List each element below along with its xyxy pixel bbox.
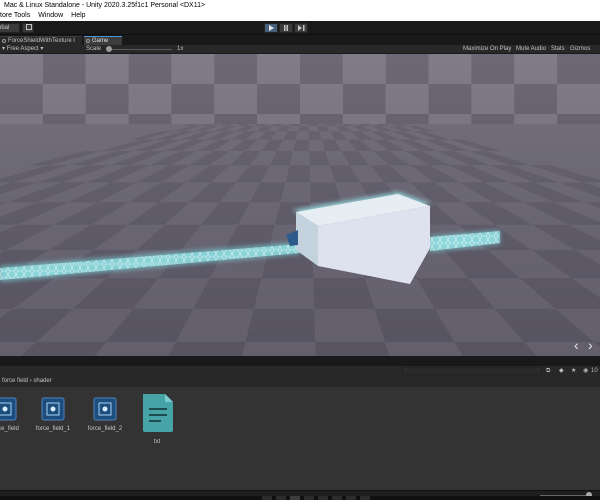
menu-item-tools[interactable]: tore Tools: [0, 11, 30, 21]
maximize-on-play-toggle[interactable]: Maximize On Play: [463, 45, 511, 54]
global-toggle-label: obal: [0, 25, 10, 31]
menu-item-window[interactable]: Window: [38, 11, 63, 21]
play-icon: [269, 25, 274, 31]
taskbar-app-3[interactable]: [290, 496, 300, 500]
tab-scene-label: ForceShieldWithTexture l: [8, 38, 75, 44]
window-title-bar: Mac & Linux Standalone - Unity 2020.3.25…: [0, 0, 600, 11]
global-toggle-button[interactable]: obal: [0, 23, 20, 33]
asset-force-field[interactable]: force_field: [0, 395, 27, 432]
breadcrumb: force field › shader: [0, 376, 600, 387]
grid-snap-button[interactable]: [22, 23, 34, 33]
ambient-fog: [0, 54, 600, 356]
taskbar-app-2[interactable]: [276, 496, 286, 500]
asset-counter: 10: [591, 368, 598, 374]
step-icon: [297, 25, 304, 31]
game-tab-icon: [86, 39, 90, 43]
filter-label-icon[interactable]: ◆: [559, 367, 564, 375]
pause-icon: [284, 25, 288, 31]
main-toolbar: obal: [0, 21, 600, 35]
scale-slider-handle[interactable]: [106, 46, 112, 52]
play-controls: [264, 23, 308, 33]
project-search-input[interactable]: [402, 367, 542, 375]
shader-icon: [93, 397, 117, 421]
shader-icon: [41, 397, 65, 421]
tab-game-label: Game: [92, 38, 109, 44]
play-button[interactable]: [264, 23, 278, 33]
pause-button[interactable]: [279, 23, 293, 33]
favorite-icon[interactable]: ★: [571, 367, 576, 375]
asset-force-field-2[interactable]: force_field_2: [83, 395, 127, 432]
step-button[interactable]: [294, 23, 308, 33]
project-toolbar: ⧉ ◆ ★ ◉ 10: [0, 366, 600, 376]
taskbar-app-5[interactable]: [318, 496, 328, 500]
taskbar-app-6[interactable]: [332, 496, 342, 500]
aspect-dropdown[interactable]: ▾ Free Aspect ▾: [2, 45, 43, 54]
asset-label: txt: [153, 439, 161, 445]
asset-label: force_field: [0, 426, 19, 432]
taskbar-app-8[interactable]: [360, 496, 370, 500]
taskbar-app-7[interactable]: [346, 496, 356, 500]
tab-scene[interactable]: ForceShieldWithTexture l: [0, 36, 82, 45]
menu-bar: tore Tools Window Help: [0, 11, 600, 21]
breadcrumb-item-shader[interactable]: shader: [33, 378, 51, 384]
asset-label: force_field_1: [35, 426, 71, 432]
grid-icon: [26, 24, 32, 30]
filter-type-icon[interactable]: ⧉: [546, 367, 550, 375]
window-title: Mac & Linux Standalone - Unity 2020.3.25…: [4, 2, 206, 9]
scene-tab-icon: [2, 39, 6, 43]
asset-txt[interactable]: txt: [135, 392, 179, 445]
scale-label: Scale: [86, 46, 102, 52]
scene-render: [0, 54, 600, 356]
scale-slider-track[interactable]: [110, 49, 172, 50]
panel-divider[interactable]: [0, 356, 600, 366]
shader-icon: [0, 397, 17, 421]
prev-arrow-icon[interactable]: ‹: [574, 338, 579, 352]
stats-toggle[interactable]: Stats: [551, 45, 565, 54]
breadcrumb-item-force-field[interactable]: force field: [2, 378, 28, 384]
os-taskbar: [0, 496, 600, 500]
game-viewport[interactable]: ‹ ›: [0, 54, 600, 356]
taskbar-app-4[interactable]: [304, 496, 314, 500]
menu-item-help[interactable]: Help: [71, 11, 85, 21]
mute-audio-toggle[interactable]: Mute Audio: [516, 45, 546, 54]
text-file-icon: [143, 394, 173, 432]
hidden-count-icon[interactable]: ◉: [583, 367, 588, 375]
asset-force-field-1[interactable]: force_field_1: [31, 395, 75, 432]
next-arrow-icon[interactable]: ›: [588, 338, 593, 352]
asset-label: force_field_2: [87, 426, 123, 432]
gizmos-dropdown[interactable]: Gizmos: [570, 45, 590, 54]
game-view-header: ▾ Free Aspect ▾ Scale 1x Maximize On Pla…: [0, 45, 600, 54]
taskbar-app-1[interactable]: [262, 496, 272, 500]
scale-value: 1x: [177, 46, 184, 52]
tab-game[interactable]: Game: [84, 36, 122, 45]
aspect-label: Free Aspect: [6, 46, 39, 52]
asset-grid: force_field force_field_1 force_field_2 …: [0, 387, 600, 490]
view-tabs: ForceShieldWithTexture l Game: [0, 35, 600, 45]
